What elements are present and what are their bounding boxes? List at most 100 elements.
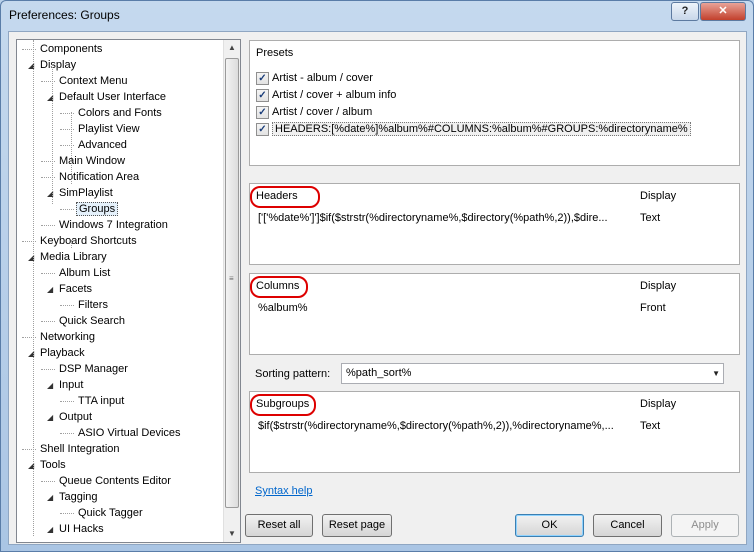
tree-item[interactable]: Advanced <box>60 137 129 153</box>
tree-item[interactable]: Notification Area <box>41 169 141 185</box>
headers-display-column: Display <box>640 190 677 202</box>
tree-item[interactable]: ASIO Virtual Devices <box>60 425 183 441</box>
preferences-tree[interactable]: Components ◢ Display Context Menu ◢ Default U… <box>16 39 241 543</box>
columns-row-text[interactable]: %album% <box>258 300 633 316</box>
tree-item[interactable]: Context Menu <box>41 73 129 89</box>
tree-item-label: Output <box>59 411 93 423</box>
reset-page-button[interactable]: Reset page <box>322 514 392 537</box>
tree-item[interactable]: DSP Manager <box>41 361 130 377</box>
close-icon: ✕ <box>718 5 728 17</box>
preset-label: HEADERS:[%date%]%album%#COLUMNS:%album%#… <box>272 122 691 137</box>
preset-checkbox[interactable]: ✓ <box>256 105 269 119</box>
preset-item[interactable]: ✓ Artist - album / cover <box>256 71 373 87</box>
tree-item[interactable]: ◢ Tagging <box>47 489 100 505</box>
tree-connector-line <box>60 513 74 514</box>
tree-item-label: Facets <box>59 283 93 295</box>
tree-item[interactable]: Components <box>22 41 104 57</box>
tree-item[interactable]: Keyboard Shortcuts <box>22 233 139 249</box>
close-button[interactable]: ✕ <box>700 2 746 21</box>
preset-item[interactable]: ✓ HEADERS:[%date%]%album%#COLUMNS:%album%… <box>256 122 691 138</box>
tree-item-label: Input <box>59 379 84 391</box>
tree-expander-icon[interactable]: ◢ <box>47 378 57 394</box>
tree-item[interactable]: Main Window <box>41 153 127 169</box>
tree-item[interactable]: Playlist View <box>60 121 142 137</box>
tree-item[interactable]: Networking <box>22 329 97 345</box>
preset-label: Artist / cover + album info <box>272 89 397 102</box>
headers-highlight-annotation <box>250 186 320 208</box>
tree-item[interactable]: Colors and Fonts <box>60 105 164 121</box>
tree-item-label: Keyboard Shortcuts <box>40 235 137 247</box>
tree-item[interactable]: ◢ SimPlaylist <box>47 185 115 201</box>
reset-all-button[interactable]: Reset all <box>245 514 313 537</box>
subgroups-highlight-annotation <box>250 394 316 416</box>
scrollbar-grip-icon: ≡ <box>229 274 234 283</box>
tree-item-label: Main Window <box>59 155 126 167</box>
columns-panel[interactable]: Columns Display %album% Front <box>249 273 740 355</box>
preset-checkbox[interactable]: ✓ <box>256 71 269 85</box>
columns-highlight-annotation <box>250 276 308 298</box>
preset-item[interactable]: ✓ Artist / cover + album info <box>256 88 396 104</box>
subgroups-panel[interactable]: Subgroups Display $if($strstr(%directory… <box>249 391 740 473</box>
tree-item[interactable]: TTA input <box>60 393 126 409</box>
tree-item[interactable]: ◢ Facets <box>47 281 94 297</box>
sorting-pattern-combo[interactable]: %path_sort% ▼ <box>341 363 724 384</box>
tree-item[interactable]: ◢ UI Hacks <box>47 521 106 537</box>
tree-scrollbar[interactable]: ▲ ≡ ▼ <box>223 40 240 542</box>
tree-item-label: Windows 7 Integration <box>59 219 168 231</box>
sorting-pattern-label: Sorting pattern: <box>255 368 331 380</box>
headers-panel[interactable]: Headers Display ['['%date%']']$if($strst… <box>249 183 740 265</box>
tree-item-label: Playback <box>40 347 85 359</box>
help-button[interactable]: ? <box>671 2 699 21</box>
syntax-help-link[interactable]: Syntax help <box>255 485 312 497</box>
apply-button[interactable]: Apply <box>671 514 739 537</box>
tree-item-label: Context Menu <box>59 75 128 87</box>
ok-button[interactable]: OK <box>515 514 584 537</box>
tree-expander-icon[interactable]: ◢ <box>47 282 57 298</box>
columns-display-column: Display <box>640 280 677 292</box>
tree-guide-line <box>71 112 72 184</box>
cancel-button[interactable]: Cancel <box>593 514 662 537</box>
tree-item-label: Quick Tagger <box>78 507 143 519</box>
tree-item[interactable]: ◢ Media Library <box>28 249 109 265</box>
preset-checkbox[interactable]: ✓ <box>256 88 269 102</box>
subgroups-display-column: Display <box>640 398 677 410</box>
headers-row-text[interactable]: ['['%date%']']$if($strstr(%directoryname… <box>258 210 633 226</box>
tree-item-label: Colors and Fonts <box>78 107 162 119</box>
preset-item[interactable]: ✓ Artist / cover / album <box>256 105 372 121</box>
presets-title: Presets <box>256 47 294 59</box>
tree-guide-line <box>52 64 53 204</box>
scroll-down-arrow-icon[interactable]: ▼ <box>224 526 240 542</box>
scroll-up-arrow-icon[interactable]: ▲ <box>224 40 240 56</box>
tree-item-label: UI Hacks <box>59 523 104 535</box>
tree-item-label: Default User Interface <box>59 91 166 103</box>
tree-connector-line <box>60 209 74 210</box>
tree-item[interactable]: Quick Search <box>41 313 127 329</box>
tree-item[interactable]: ◢ Playback <box>28 345 87 361</box>
subgroups-row-text[interactable]: $if($strstr(%directoryname%,$directory(%… <box>258 418 633 434</box>
preset-label: Artist - album / cover <box>272 72 373 85</box>
tree-item-label: Shell Integration <box>40 443 120 455</box>
tree-item[interactable]: ◢ Output <box>47 409 94 425</box>
tree-expander-icon[interactable]: ◢ <box>47 522 57 538</box>
tree-item[interactable]: Shell Integration <box>22 441 122 457</box>
tree-expander-icon[interactable]: ◢ <box>47 410 57 426</box>
headers-row-display[interactable]: Text <box>640 210 660 226</box>
tree-item[interactable]: ◢ Default User Interface <box>47 89 168 105</box>
tree-item-label: Components <box>40 43 103 55</box>
tree-item[interactable]: Queue Contents Editor <box>41 473 173 489</box>
chevron-down-icon[interactable]: ▼ <box>712 364 720 383</box>
tree-item[interactable]: Groups <box>60 201 119 217</box>
tree-item[interactable]: Filters <box>60 297 110 313</box>
tree-item[interactable]: Quick Tagger <box>60 505 145 521</box>
columns-row-display[interactable]: Front <box>640 300 666 316</box>
subgroups-row-display[interactable]: Text <box>640 418 660 434</box>
tree-item[interactable]: Album List <box>41 265 112 281</box>
tree-expander-icon[interactable]: ◢ <box>47 490 57 506</box>
preset-checkbox[interactable]: ✓ <box>256 122 269 136</box>
tree-item[interactable]: ◢ Input <box>47 377 85 393</box>
window-title: Preferences: Groups <box>9 8 120 22</box>
tree-item[interactable]: Windows 7 Integration <box>41 217 170 233</box>
preset-label: Artist / cover / album <box>272 106 373 119</box>
tree-item[interactable]: ◢ Display <box>28 57 78 73</box>
scrollbar-thumb[interactable]: ≡ <box>225 58 239 508</box>
